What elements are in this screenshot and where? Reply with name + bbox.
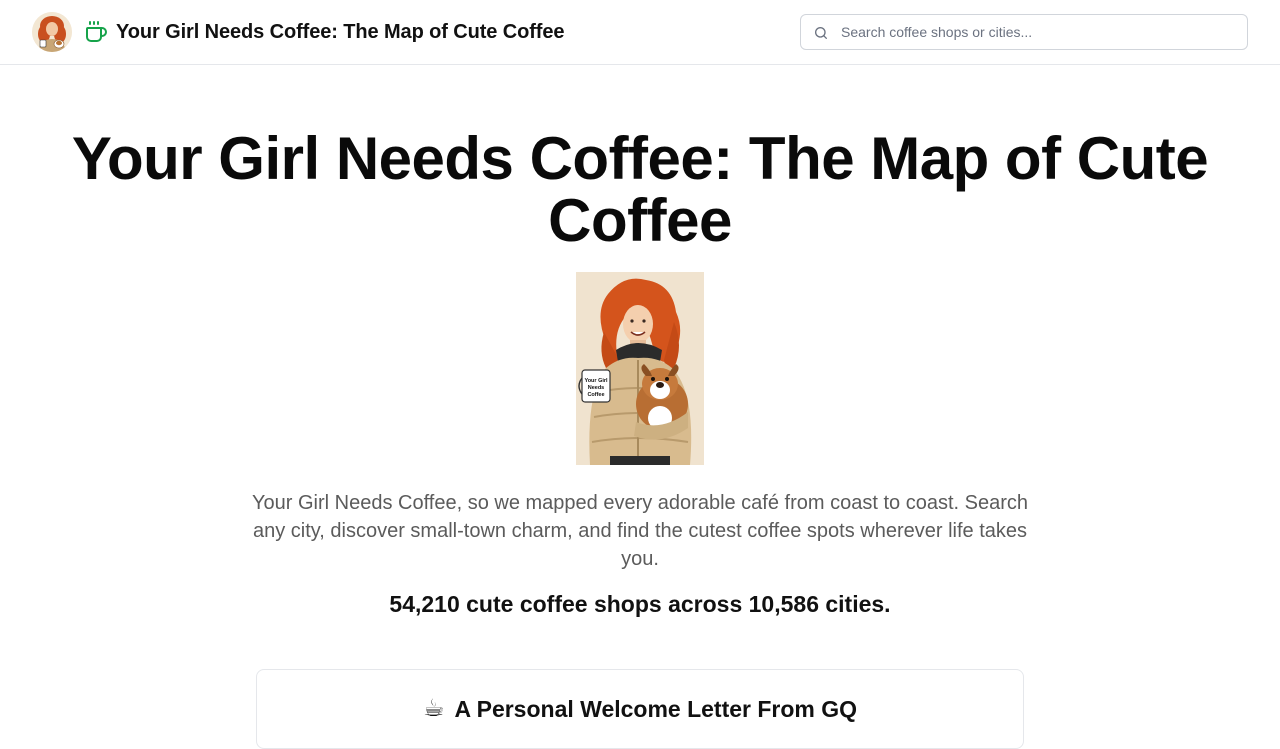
brand-link[interactable]: Your Girl Needs Coffee: The Map of Cute … xyxy=(32,12,565,52)
coffee-cup-icon xyxy=(86,21,107,42)
stats-summary: 54,210 cute coffee shops across 10,586 c… xyxy=(389,591,891,617)
top-navbar: Your Girl Needs Coffee: The Map of Cute … xyxy=(0,0,1280,65)
search-input[interactable] xyxy=(841,15,1241,49)
intro-text: Your Girl Needs Coffee, so we mapped eve… xyxy=(252,492,1028,570)
search-icon xyxy=(815,27,827,39)
site-title[interactable]: Your Girl Needs Coffee: The Map of Cute … xyxy=(116,21,565,44)
welcome-letter-card: ☕ A Personal Welcome Letter From GQ xyxy=(256,669,1024,749)
mug-text-line-2: Needs xyxy=(588,385,605,391)
search-box[interactable] xyxy=(800,14,1248,50)
hero-illustration: Your Girl Needs Coffee xyxy=(576,272,704,465)
mug-text-line-3: Coffee xyxy=(587,392,604,398)
page-title: Your Girl Needs Coffee: The Map of Cute … xyxy=(71,125,1209,254)
mug-text-line-1: Your Girl xyxy=(584,378,608,384)
site-logo-avatar[interactable] xyxy=(32,12,72,52)
